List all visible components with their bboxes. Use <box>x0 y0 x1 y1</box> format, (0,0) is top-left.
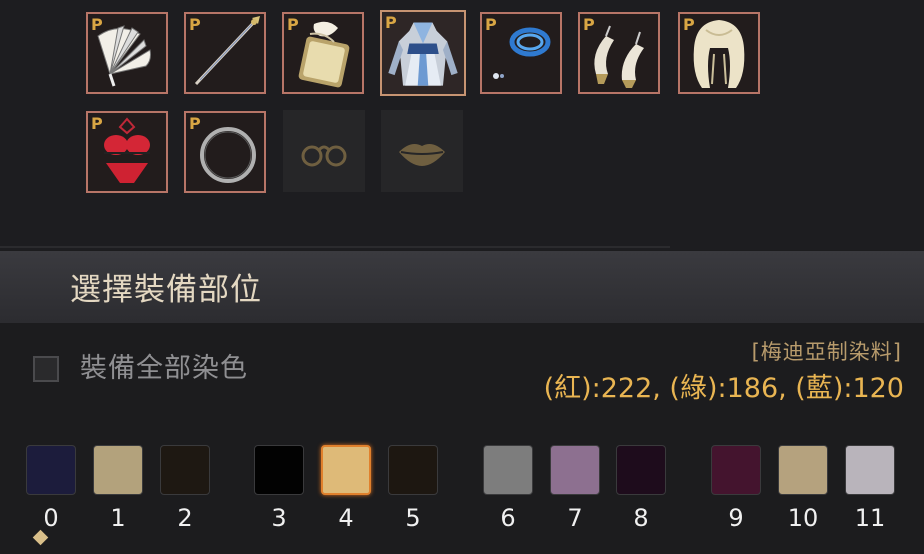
p-badge: P <box>385 13 397 32</box>
color-swatch-3[interactable] <box>254 445 304 495</box>
color-swatch-0[interactable] <box>26 445 76 495</box>
swatch-number: 9 <box>728 504 744 532</box>
swatch-number: 4 <box>338 504 354 532</box>
p-badge: P <box>287 15 299 34</box>
swatch-number: 11 <box>854 504 886 532</box>
p-badge: P <box>189 15 201 34</box>
p-badge: P <box>683 15 695 34</box>
equipment-slot-fan[interactable]: P <box>86 12 168 94</box>
equipment-slot-costume[interactable]: P <box>380 10 466 96</box>
section-title: 選擇裝備部位 <box>70 272 262 308</box>
color-swatch-4[interactable] <box>321 445 371 495</box>
dye-all-label: 裝備全部染色 <box>80 353 248 384</box>
color-swatch-10[interactable] <box>778 445 828 495</box>
equipment-slot-glasses-empty[interactable] <box>283 110 365 192</box>
swatch-number: 7 <box>567 504 583 532</box>
color-swatch-5[interactable] <box>388 445 438 495</box>
dye-all-checkbox[interactable] <box>33 356 59 382</box>
color-swatch-7[interactable] <box>550 445 600 495</box>
glasses-icon <box>301 145 347 167</box>
color-swatch-2[interactable] <box>160 445 210 495</box>
equipment-slot-hair[interactable]: P <box>678 12 760 94</box>
swatch-number: 10 <box>787 504 819 532</box>
swatch-number: 5 <box>405 504 421 532</box>
swatch-number: 0 <box>43 504 59 532</box>
color-swatch-6[interactable] <box>483 445 533 495</box>
equipment-slot-bracelet[interactable]: P <box>480 12 562 94</box>
p-badge: P <box>91 114 103 133</box>
color-swatch-1[interactable] <box>93 445 143 495</box>
swatch-number: 1 <box>110 504 126 532</box>
p-badge: P <box>91 15 103 34</box>
diamond-icon <box>32 529 49 546</box>
p-badge: P <box>189 114 201 133</box>
dye-name: [梅迪亞制染料] <box>751 340 902 364</box>
equipment-slot-scroll[interactable]: P <box>282 12 364 94</box>
equipment-slot-spear[interactable]: P <box>184 12 266 94</box>
swatch-number: 6 <box>500 504 516 532</box>
divider <box>0 246 670 248</box>
swatch-number: 2 <box>177 504 193 532</box>
lips-icon <box>399 144 445 166</box>
p-badge: P <box>583 15 595 34</box>
color-swatch-8[interactable] <box>616 445 666 495</box>
dye-rgb-values: (紅):222, (綠):186, (藍):120 <box>543 373 904 404</box>
swatch-number: 3 <box>271 504 287 532</box>
color-swatch-11[interactable] <box>845 445 895 495</box>
equipment-slot-lips-empty[interactable] <box>381 110 463 192</box>
swatch-number: 8 <box>633 504 649 532</box>
color-swatch-9[interactable] <box>711 445 761 495</box>
equipment-slot-shoes[interactable]: P <box>578 12 660 94</box>
equipment-slot-underwear[interactable]: P <box>86 111 168 193</box>
p-badge: P <box>485 15 497 34</box>
equipment-slot-ring[interactable]: P <box>184 111 266 193</box>
